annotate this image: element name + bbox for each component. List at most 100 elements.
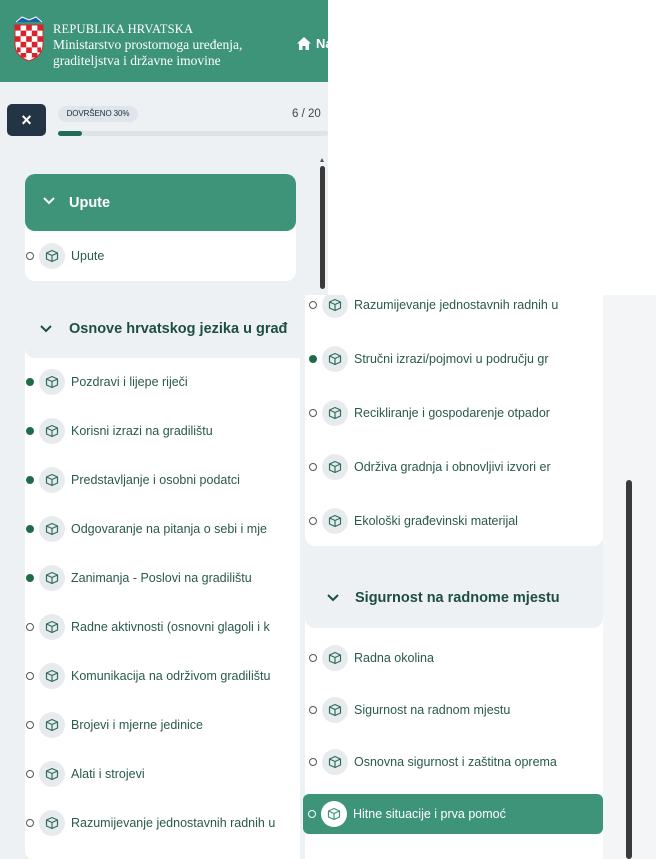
header-title-line3: graditeljstva i državne imovine	[53, 53, 221, 68]
lesson-label: Pozdravi i lijepe riječi	[71, 375, 188, 389]
lesson-item[interactable]: Razumijevanje jednostavnih radnih u	[26, 809, 316, 837]
lesson-item[interactable]: Pozdravi i lijepe riječi	[26, 368, 316, 396]
lesson-label: Brojevi i mjerne jedinice	[71, 718, 204, 732]
box-icon	[39, 369, 65, 395]
completed-dot	[26, 378, 34, 386]
lesson-label: Alati i strojevi	[71, 767, 145, 781]
lesson-item[interactable]: Komunikacija na održivom gradilištu	[26, 662, 316, 690]
status-dot	[309, 517, 317, 525]
completed-dot	[26, 476, 34, 484]
lesson-item[interactable]: Odgovaranje na pitanja o sebi i mje	[26, 515, 316, 543]
lesson-label: Odgovaranje na pitanja o sebi i mje	[71, 522, 267, 536]
status-dot	[309, 706, 317, 714]
status-dot	[308, 810, 316, 818]
status-dot	[26, 770, 34, 778]
coat-of-arms-icon	[14, 16, 44, 62]
box-icon	[39, 810, 65, 836]
status-dot	[309, 758, 317, 766]
completed-dot	[26, 525, 34, 533]
box-icon	[322, 645, 348, 671]
home-icon	[297, 37, 311, 50]
lesson-label: Korisni izrazi na gradilištu	[71, 424, 213, 438]
status-dot	[26, 721, 34, 729]
lesson-item[interactable]: Zanimanja - Poslovi na gradilištu	[26, 564, 316, 592]
section-header-upute[interactable]: Upute	[25, 174, 296, 231]
course-sidebar-scrolled: Sigurnost na radnome mjestu Razumijevanj…	[300, 295, 656, 859]
box-icon	[39, 565, 65, 591]
lesson-label: Radna okolina	[354, 651, 434, 665]
lesson-item[interactable]: Predstavljanje i osobni podatci	[26, 466, 316, 494]
box-icon	[322, 295, 348, 318]
box-icon	[39, 243, 65, 269]
chevron-down-icon	[40, 322, 52, 336]
box-icon	[39, 712, 65, 738]
status-dot	[309, 463, 317, 471]
section-header-sigurnost[interactable]: Sigurnost na radnome mjestu	[305, 568, 603, 628]
lesson-label: Ekološki građevinski materijal	[354, 514, 518, 528]
lesson-label: Održiva gradnja i obnovljivi izvori er	[354, 460, 551, 474]
scrollbar-thumb[interactable]	[626, 480, 632, 859]
section-title: Upute	[69, 195, 111, 211]
lesson-label: Komunikacija na održivom gradilištu	[71, 669, 271, 683]
lesson-label: Stručni izrazi/pojmovi u području gr	[354, 352, 549, 366]
lesson-label: Radne aktivnosti (osnovni glagoli i k	[71, 620, 270, 634]
box-icon	[322, 454, 348, 480]
home-label: Naslovnica	[316, 36, 328, 51]
lesson-item[interactable]: Ekološki građevinski materijal	[309, 507, 601, 535]
box-icon	[322, 346, 348, 372]
lesson-label: Upute	[71, 249, 105, 263]
lesson-label: Razumijevanje jednostavnih radnih u	[354, 298, 559, 312]
lesson-item[interactable]: Stručni izrazi/pojmovi u području gr	[309, 345, 601, 373]
site-header: REPUBLIKA HRVATSKA Ministarstvo prostorn…	[0, 0, 328, 82]
progress-track	[58, 131, 328, 136]
section-title: Osnove hrvatskog jezika u građ	[69, 321, 288, 337]
lesson-item[interactable]: Razumijevanje jednostavnih radnih u	[309, 295, 601, 319]
lesson-item[interactable]: Radna okolina	[309, 644, 601, 672]
completed-dot	[309, 355, 317, 363]
lesson-label: Zanimanja - Poslovi na gradilištu	[71, 571, 252, 585]
lesson-item[interactable]: Sigurnost na radnom mjestu	[309, 696, 601, 724]
box-icon	[39, 516, 65, 542]
box-icon	[39, 614, 65, 640]
box-icon	[321, 801, 347, 827]
status-dot	[26, 819, 34, 827]
course-sidebar: REPUBLIKA HRVATSKA Ministarstvo prostorn…	[0, 0, 328, 859]
lesson-label: Hitne situacije i prva pomoć	[353, 807, 506, 821]
box-icon	[39, 761, 65, 787]
box-icon	[322, 749, 348, 775]
lesson-item[interactable]: Održiva gradnja i obnovljivi izvori er	[309, 453, 601, 481]
lesson-item[interactable]: Alati i strojevi	[26, 760, 316, 788]
lesson-item[interactable]: Radne aktivnosti (osnovni glagoli i k	[26, 613, 316, 641]
scroll-up-arrow[interactable]	[320, 158, 324, 162]
progress-badge: DOVRŠENO 30%	[58, 106, 138, 122]
lesson-item[interactable]: Korisni izrazi na gradilištu	[26, 417, 316, 445]
lesson-item[interactable]: Brojevi i mjerne jedinice	[26, 711, 316, 739]
box-icon	[322, 508, 348, 534]
section-header-osnove[interactable]: Osnove hrvatskog jezika u građ	[25, 300, 321, 358]
home-link[interactable]: Naslovnica	[297, 36, 328, 51]
chevron-down-icon	[43, 194, 55, 208]
box-icon	[39, 467, 65, 493]
status-dot	[309, 409, 317, 417]
status-dot	[26, 623, 34, 631]
header-title-line2: Ministarstvo prostornoga uređenja,	[53, 37, 243, 52]
progress-fill	[58, 131, 82, 136]
lesson-item[interactable]: Osnovna sigurnost i zaštitna oprema	[309, 748, 601, 776]
header-title-line1: REPUBLIKA HRVATSKA	[53, 22, 194, 36]
box-icon	[39, 418, 65, 444]
lesson-item[interactable]: Recikliranje i gospodarenje otpador	[309, 399, 601, 427]
completed-dot	[26, 574, 34, 582]
status-dot	[26, 672, 34, 680]
status-dot	[309, 301, 317, 309]
lesson-label: Recikliranje i gospodarenje otpador	[354, 406, 550, 420]
lesson-label: Predstavljanje i osobni podatci	[71, 473, 240, 487]
box-icon	[322, 400, 348, 426]
lesson-item[interactable]: Hitne situacije i prva pomoć	[303, 794, 603, 834]
close-button[interactable]: ×	[7, 104, 46, 136]
section-title: Sigurnost na radnome mjestu	[355, 590, 560, 606]
lesson-item[interactable]: Upute	[26, 242, 296, 270]
scrollbar-thumb[interactable]	[320, 166, 325, 289]
status-dot	[26, 252, 34, 260]
box-icon	[322, 697, 348, 723]
completed-dot	[26, 427, 34, 435]
